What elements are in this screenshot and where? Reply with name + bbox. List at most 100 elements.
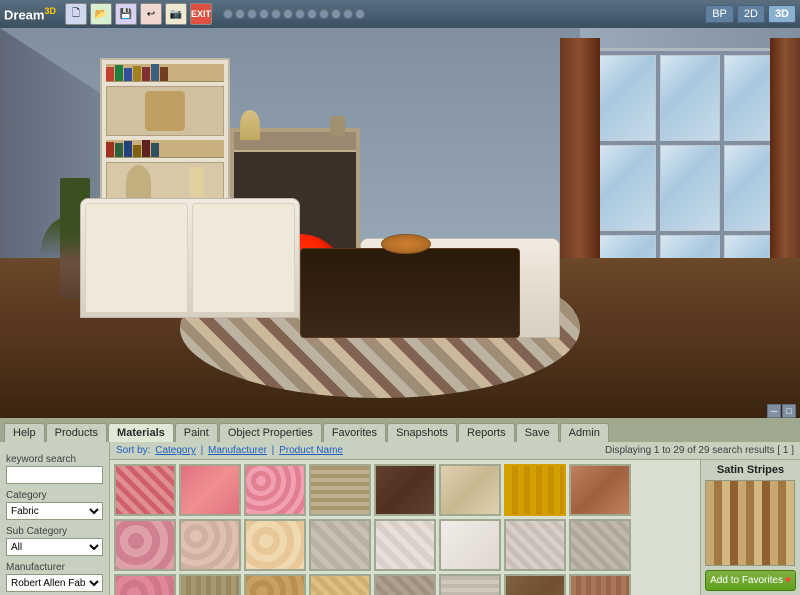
3d-viewport[interactable] [0, 28, 800, 418]
room-nav-dot[interactable] [223, 9, 233, 19]
tab-save[interactable]: Save [516, 423, 559, 442]
material-thumb[interactable] [244, 519, 306, 571]
tab-admin[interactable]: Admin [560, 423, 609, 442]
material-thumb[interactable] [179, 574, 241, 595]
material-thumb[interactable] [504, 574, 566, 595]
room-nav-dot[interactable] [343, 9, 353, 19]
keyword-label: keyword search [6, 454, 103, 465]
material-thumb[interactable] [309, 519, 371, 571]
material-thumb[interactable] [439, 464, 501, 516]
2d-view-button[interactable]: 2D [737, 5, 765, 23]
category-select[interactable]: Fabric Wood Stone Metal [6, 502, 103, 520]
exit-button[interactable]: EXIT [190, 3, 212, 25]
window-pane [660, 145, 719, 231]
material-thumb[interactable] [309, 574, 371, 595]
material-thumb[interactable] [114, 464, 176, 516]
minimize-panel-button[interactable]: ─ [767, 404, 781, 418]
window-pane [660, 55, 719, 141]
right-content: Sort by: Category | Manufacturer | Produ… [110, 442, 800, 595]
sofa-seat-cushion [85, 203, 188, 313]
shelf [106, 64, 224, 82]
preview-image [705, 480, 795, 566]
tab-snapshots[interactable]: Snapshots [387, 423, 457, 442]
window-pane [597, 55, 656, 141]
bottom-panel: Help Products Materials Paint Object Pro… [0, 418, 800, 595]
material-thumb[interactable] [504, 519, 566, 571]
materials-row [114, 464, 696, 516]
room-nav-dot[interactable] [307, 9, 317, 19]
materials-row [114, 574, 696, 595]
sort-by-label: Sort by: [116, 445, 153, 456]
tab-help[interactable]: Help [4, 423, 45, 442]
manufacturer-label: Manufacturer [6, 562, 103, 573]
shelf [106, 140, 224, 158]
room-nav-dot[interactable] [259, 9, 269, 19]
room-nav-dot[interactable] [283, 9, 293, 19]
shelf-decoration [145, 91, 185, 131]
material-thumb[interactable] [374, 519, 436, 571]
subcategory-select[interactable]: All Solid Pattern [6, 538, 103, 556]
material-thumb[interactable] [569, 519, 631, 571]
mantel-vase [240, 110, 260, 140]
preview-title: Satin Stripes [705, 464, 796, 476]
new-button[interactable]: 🗋 [65, 3, 87, 25]
window-pane [597, 145, 656, 231]
material-thumb[interactable] [114, 519, 176, 571]
materials-row [114, 519, 696, 571]
sort-by-category-link[interactable]: Category [155, 445, 196, 456]
manufacturer-select[interactable]: Robert Allen Fabrics Kravet Schumacher [6, 574, 103, 592]
material-thumb[interactable] [439, 519, 501, 571]
room-nav-dot[interactable] [355, 9, 365, 19]
tab-products[interactable]: Products [46, 423, 107, 442]
room-nav-dot[interactable] [319, 9, 329, 19]
material-thumb[interactable] [244, 464, 306, 516]
main-content: keyword search Category Fabric Wood Ston… [0, 442, 800, 595]
camera-button[interactable]: 📷 [165, 3, 187, 25]
material-thumb[interactable] [114, 574, 176, 595]
category-label: Category [6, 490, 103, 501]
material-thumb-selected[interactable] [504, 464, 566, 516]
tab-materials[interactable]: Materials [108, 423, 174, 442]
right-preview-panel: Satin Stripes Add to Favorites ♥ [700, 460, 800, 595]
room-nav-dot[interactable] [295, 9, 305, 19]
top-toolbar: Dream3D 🗋 📂 💾 ↩ 📷 EXIT BP 2D 3D [0, 0, 800, 28]
mantel-item [330, 116, 345, 136]
sort-bar: Sort by: Category | Manufacturer | Produ… [110, 442, 800, 460]
add-to-favorites-button[interactable]: Add to Favorites ♥ [705, 570, 796, 591]
tab-paint[interactable]: Paint [175, 423, 218, 442]
subcategory-label: Sub Category [6, 526, 103, 537]
material-thumb[interactable] [569, 464, 631, 516]
material-thumb[interactable] [374, 574, 436, 595]
room-nav-dot[interactable] [271, 9, 281, 19]
material-thumb[interactable] [179, 464, 241, 516]
keyword-input[interactable] [6, 466, 103, 484]
save-file-button[interactable]: 💾 [115, 3, 137, 25]
tab-object-properties[interactable]: Object Properties [219, 423, 322, 442]
bowl [381, 234, 431, 254]
materials-grid [110, 460, 700, 595]
room-nav-dot[interactable] [247, 9, 257, 19]
material-thumb[interactable] [309, 464, 371, 516]
3d-view-button[interactable]: 3D [768, 5, 796, 23]
room-nav-dot[interactable] [235, 9, 245, 19]
tab-reports[interactable]: Reports [458, 423, 515, 442]
material-thumb[interactable] [439, 574, 501, 595]
open-button[interactable]: 📂 [90, 3, 112, 25]
sofa-seat-cushion [192, 203, 295, 313]
tab-bar: Help Products Materials Paint Object Pro… [0, 418, 800, 442]
bp-view-button[interactable]: BP [705, 5, 734, 23]
room-nav-dot[interactable] [331, 9, 341, 19]
vase-decoration [126, 165, 151, 200]
material-thumb[interactable] [244, 574, 306, 595]
undo-button[interactable]: ↩ [140, 3, 162, 25]
material-thumb[interactable] [569, 574, 631, 595]
app-logo: Dream3D [4, 6, 56, 22]
result-count: Displaying 1 to 29 of 29 search results … [605, 445, 794, 456]
material-thumb[interactable] [179, 519, 241, 571]
maximize-panel-button[interactable]: □ [782, 404, 796, 418]
material-thumb[interactable] [374, 464, 436, 516]
left-sidebar: keyword search Category Fabric Wood Ston… [0, 442, 110, 595]
tab-favorites[interactable]: Favorites [323, 423, 386, 442]
sort-by-product-name-link[interactable]: Product Name [279, 445, 343, 456]
sort-by-manufacturer-link[interactable]: Manufacturer [208, 445, 267, 456]
